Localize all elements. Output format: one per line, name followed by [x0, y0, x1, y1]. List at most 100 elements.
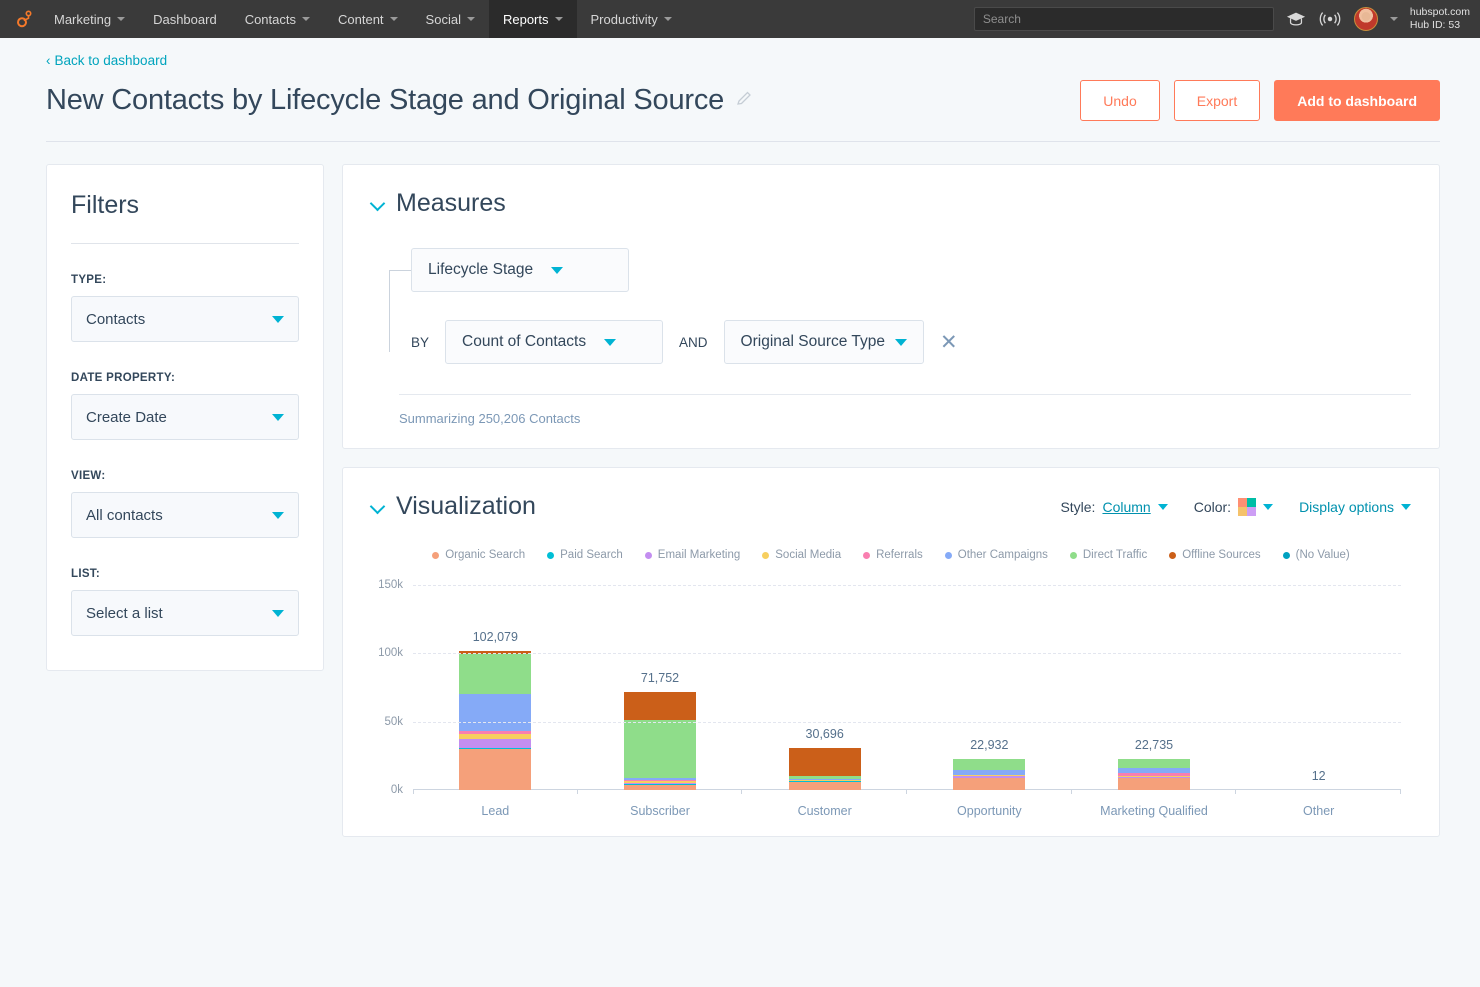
hubspot-logo[interactable] [0, 0, 40, 38]
bar-segment-offline-sources[interactable] [788, 748, 861, 777]
chevron-down-icon [389, 17, 398, 21]
bar-total-label: 22,932 [970, 737, 1009, 752]
bar-segment-organic-search[interactable] [624, 784, 696, 790]
bar-group-opportunity[interactable]: 22,932 Opportunity [907, 585, 1072, 818]
chevron-down-icon [466, 17, 475, 21]
bar-total-label: 102,079 [472, 629, 518, 644]
measure-bracket-connector [389, 270, 411, 352]
chevron-down-icon [554, 17, 563, 21]
legend-dot-icon [863, 551, 871, 559]
legend-item-6[interactable]: Direct Traffic [1069, 549, 1147, 561]
chevron-down-icon[interactable] [371, 500, 384, 513]
legend-label: Paid Search [560, 549, 623, 561]
filter-select-2[interactable]: All contacts [71, 492, 299, 538]
visualization-panel: Visualization Style: Column Color: Displ… [342, 467, 1440, 837]
back-to-dashboard-link[interactable]: ‹ Back to dashboard [46, 53, 167, 68]
bar-group-other[interactable]: 12 Other [1236, 585, 1401, 818]
measure-and-select[interactable]: Original Source Type [723, 320, 924, 364]
top-navigation-bar: Marketing Dashboard Contacts Content Social R… [0, 0, 1480, 38]
swatch-cell-1 [1247, 497, 1257, 507]
filter-select-0[interactable]: Contacts [71, 296, 299, 342]
style-selector[interactable]: Style: Column [1060, 499, 1168, 515]
bar-segment-other-campaigns[interactable] [459, 693, 532, 732]
y-axis-tick-1: 50k [384, 715, 403, 728]
bar-segment-direct-traffic[interactable] [953, 758, 1026, 770]
legend-label: Other Campaigns [957, 549, 1048, 561]
legend-dot-icon [1282, 551, 1290, 559]
bar-segment-organic-search[interactable] [788, 781, 861, 790]
visualization-options: Style: Column Color: Display options [1060, 497, 1411, 516]
filters-divider [71, 243, 299, 244]
bar-segment-organic-search[interactable] [1118, 777, 1191, 790]
main-body: Filters TYPE: Contacts DATE PROPERTY: Creat… [0, 142, 1480, 837]
legend-item-5[interactable]: Other Campaigns [944, 549, 1048, 561]
chevron-down-icon [117, 17, 126, 21]
color-selector[interactable]: Color: [1194, 497, 1274, 516]
bar-segment-organic-search[interactable] [459, 749, 532, 790]
gridline-150000 [413, 585, 1401, 586]
bar-group-marketing-qualified[interactable]: 22,735 Marketing Qualified [1072, 585, 1237, 818]
nav-item-marketing[interactable]: Marketing [40, 0, 139, 38]
legend-label: Email Marketing [657, 549, 741, 561]
y-axis-tick-0: 0k [390, 784, 403, 796]
filter-select-3[interactable]: Select a list [71, 590, 299, 636]
header-actions: Undo Export Add to dashboard [1080, 80, 1440, 121]
account-chevron-down-icon[interactable] [1389, 17, 1398, 21]
bar-stack [624, 692, 696, 790]
visualization-header: Visualization Style: Column Color: Displ… [371, 492, 1411, 521]
bar-segment-direct-traffic[interactable] [459, 653, 532, 694]
bar-segment-offline-sources[interactable] [624, 692, 696, 721]
pencil-icon[interactable] [736, 90, 753, 112]
add-to-dashboard-button[interactable]: Add to dashboard [1274, 80, 1440, 121]
chart-area: 102,079 Lead 71,752 Subscriber 30,696 Custome… [371, 575, 1411, 830]
y-axis-tick-3: 150k [378, 579, 403, 591]
hub-id: Hub ID: 53 [1409, 19, 1461, 31]
legend-item-8[interactable]: (No Value) [1282, 549, 1350, 561]
nav-item-dashboard[interactable]: Dashboard [139, 0, 231, 38]
legend-item-7[interactable]: Offline Sources [1169, 549, 1261, 561]
filter-select-1[interactable]: Create Date [71, 394, 299, 440]
measures-header[interactable]: Measures [371, 189, 1411, 218]
broadcast-icon[interactable] [1318, 11, 1342, 27]
graduation-cap-icon[interactable] [1286, 11, 1306, 27]
nav-item-productivity[interactable]: Productivity [577, 0, 686, 38]
chevron-left-icon: ‹ [46, 53, 51, 68]
chevron-down-icon [1157, 503, 1168, 510]
measure-primary-select[interactable]: Lifecycle Stage [411, 248, 629, 292]
nav-item-social[interactable]: Social [412, 0, 489, 38]
export-button[interactable]: Export [1173, 80, 1261, 121]
bar-group-lead[interactable]: 102,079 Lead [413, 585, 578, 818]
account-info: hubspot.com Hub ID: 53 [1410, 6, 1470, 32]
legend-item-2[interactable]: Email Marketing [644, 549, 741, 561]
chevron-down-icon [272, 609, 284, 617]
bar-group-customer[interactable]: 30,696 Customer [742, 585, 907, 818]
remove-measure-button[interactable]: ✕ [940, 332, 958, 353]
page-header: ‹ Back to dashboard New Contacts by Life… [0, 38, 1480, 121]
nav-item-contacts[interactable]: Contacts [231, 0, 324, 38]
nav-item-content[interactable]: Content [324, 0, 412, 38]
undo-button[interactable]: Undo [1080, 80, 1160, 121]
nav-item-reports[interactable]: Reports [488, 0, 577, 38]
bar-segment-email-marketing[interactable] [459, 739, 532, 749]
hubspot-sprocket-icon [17, 10, 32, 28]
legend-dot-icon [762, 551, 770, 559]
chevron-down-icon[interactable] [371, 197, 384, 210]
measures-body: Lifecycle Stage BY Count of Contacts AND… [371, 218, 1411, 364]
legend-item-1[interactable]: Paid Search [547, 549, 623, 561]
visualization-title-group[interactable]: Visualization [371, 492, 536, 521]
filter-value: Create Date [86, 408, 167, 426]
display-options-menu[interactable]: Display options [1299, 499, 1411, 515]
bar-segment-direct-traffic[interactable] [624, 720, 696, 779]
bar-segment-organic-search[interactable] [953, 778, 1026, 790]
measure-by-select[interactable]: Count of Contacts [445, 320, 664, 364]
bar-total-label: 12 [1311, 768, 1326, 783]
user-avatar[interactable] [1353, 7, 1378, 31]
bar-group-subscriber[interactable]: 71,752 Subscriber [578, 585, 743, 818]
legend-item-0[interactable]: Organic Search [432, 549, 525, 561]
search-input[interactable] [973, 7, 1274, 31]
x-axis-label: Other [1303, 804, 1335, 818]
legend-item-4[interactable]: Referrals [863, 549, 923, 561]
nav-right-cluster: hubspot.com Hub ID: 53 [973, 0, 1480, 38]
legend-item-3[interactable]: Social Media [762, 549, 841, 561]
bar-segment-direct-traffic[interactable] [1118, 759, 1191, 769]
